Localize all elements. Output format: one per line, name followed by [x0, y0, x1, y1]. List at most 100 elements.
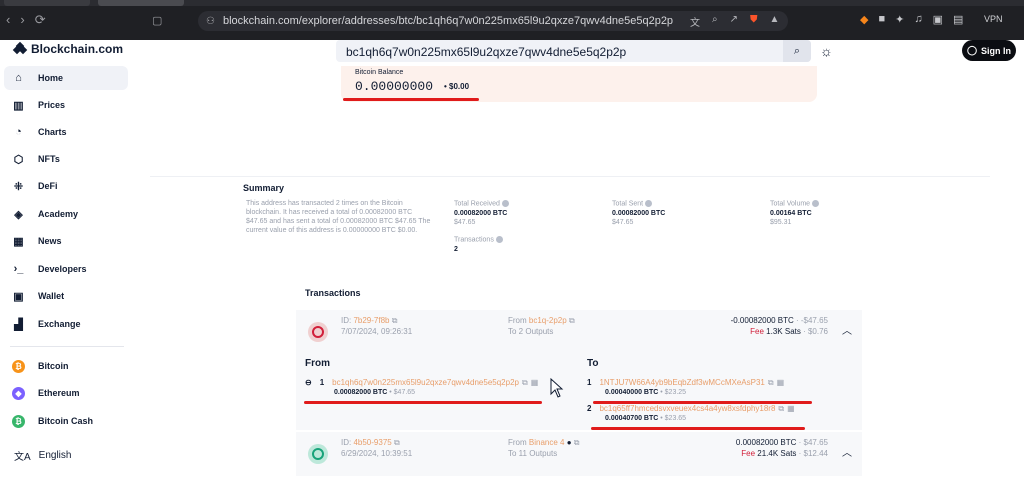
- transactions-title: Transactions: [305, 288, 361, 298]
- balance-card: Bitcoin Balance 0.00000000 • $0.00: [341, 66, 817, 102]
- extension-icon[interactable]: ■: [878, 13, 885, 26]
- zoom-icon[interactable]: ⌕: [712, 14, 718, 29]
- to-amount-2: 0.00040700 BTC • $23.65: [605, 415, 686, 422]
- transaction-row[interactable]: ID: 4b50-9375 ⧉ 6/29/2024, 10:39:51 From…: [296, 432, 862, 476]
- info-icon[interactable]: [645, 200, 653, 207]
- sidebar-item-nfts[interactable]: ⬡ NFTs: [4, 147, 128, 171]
- prices-icon: ▥: [13, 99, 24, 112]
- share-icon[interactable]: ↗: [730, 14, 738, 29]
- to-outputs: 11 Outputs: [518, 449, 558, 458]
- puzzle-icon[interactable]: ✦: [895, 13, 904, 26]
- stat-label: Total Sent: [612, 200, 644, 208]
- to-address-link[interactable]: bc1q65ff7hmcedsvxveuex4cs4a4yw8xsfdphy18…: [599, 404, 775, 413]
- tx-id-link[interactable]: 4b50-9375: [353, 438, 391, 447]
- ethereum-icon: ◆: [12, 386, 25, 400]
- wallet-icon[interactable]: ▤: [953, 13, 963, 26]
- stat-value: 0.00082000 BTC: [612, 210, 666, 218]
- sidebar-item-prices[interactable]: ▥ Prices: [4, 93, 128, 117]
- sidebar-item-defi[interactable]: ⁜ DeFi: [4, 174, 128, 198]
- charts-icon: ◔: [15, 126, 22, 138]
- from-address-link[interactable]: bc1qh6q7w0n225mx65l9u2qxze7qwv4dne5e5q2p…: [332, 378, 519, 387]
- from-address-link[interactable]: bc1q-2p2p: [529, 316, 567, 325]
- exchange-icon: ▟: [14, 318, 23, 331]
- copy-icon[interactable]: ⧉: [569, 316, 575, 325]
- tx-id-link[interactable]: 7b29-7f8b: [353, 316, 389, 325]
- qr-icon[interactable]: ▦: [531, 378, 539, 387]
- sidebar-item-ethereum[interactable]: ◆ Ethereum: [4, 381, 128, 405]
- back-icon[interactable]: ‹: [6, 12, 10, 28]
- tx-id: ID: 7b29-7f8b ⧉: [341, 316, 397, 326]
- to-address-link[interactable]: 1NTJU7W66A4yb9bEqbZdf3wMCcMXeAsP31: [599, 378, 764, 387]
- sidebar-item-label: Exchange: [38, 319, 81, 329]
- stat-transactions: Transactions 2: [454, 236, 503, 253]
- from-amount-usd: • $47.65: [387, 389, 416, 396]
- sidebar-item-bitcoin[interactable]: ₿ Bitcoin: [4, 354, 128, 378]
- language-selector[interactable]: 文A English: [14, 448, 71, 463]
- site-info-icon[interactable]: ⚇: [206, 16, 215, 27]
- rewards-icon[interactable]: ▲: [770, 14, 780, 29]
- copy-icon[interactable]: ⧉: [768, 378, 774, 387]
- metamask-icon[interactable]: ◆: [860, 13, 868, 26]
- from-address-link[interactable]: Binance 4: [529, 438, 565, 447]
- sign-in-button[interactable]: ◯ Sign In: [962, 40, 1016, 61]
- annotation-underline: [304, 401, 542, 404]
- sidebar-item-home[interactable]: ⌂ Home: [4, 66, 128, 90]
- sidebar-item-label: Bitcoin Cash: [38, 416, 94, 426]
- copy-icon[interactable]: ⧉: [574, 438, 580, 447]
- sidebar-item-news[interactable]: ▦ News: [4, 229, 128, 253]
- info-icon[interactable]: [812, 200, 820, 207]
- to-output-line-1: 1 1NTJU7W66A4yb9bEqbZdf3wMCcMXeAsP31 ⧉ ▦: [587, 378, 784, 388]
- nft-icon: ⬡: [13, 153, 24, 166]
- transaction-row[interactable]: ID: 7b29-7f8b ⧉ 7/07/2024, 09:26:31 From…: [296, 310, 862, 354]
- theme-toggle-icon[interactable]: ☼: [820, 43, 833, 59]
- sidebar-item-charts[interactable]: ◔ Charts: [4, 120, 128, 144]
- to-label: To: [508, 327, 519, 336]
- reload-icon[interactable]: ⟳: [35, 12, 46, 28]
- sidebar-item-bitcoin-cash[interactable]: ₿ Bitcoin Cash: [4, 409, 128, 433]
- sidebar-item-label: Academy: [38, 209, 79, 219]
- tx-amount-usd: · -$47.65: [793, 316, 828, 325]
- blockchain-logo[interactable]: Blockchain.com: [12, 41, 123, 56]
- tx-from: From bc1q-2p2p ⧉: [508, 316, 575, 326]
- search-input[interactable]: bc1qh6q7w0n225mx65l9u2qxze7qwv4dne5e5q2p…: [336, 40, 811, 62]
- fee-label: Fee: [750, 327, 767, 336]
- summary-section: Summary This address has transacted 2 ti…: [150, 176, 990, 276]
- balance-value: 0.00000000: [355, 79, 434, 94]
- info-icon[interactable]: [501, 200, 509, 207]
- copy-icon[interactable]: ⧉: [394, 438, 400, 447]
- output-index: 1: [587, 378, 592, 387]
- academy-icon: ◈: [14, 208, 23, 221]
- info-icon[interactable]: [495, 236, 503, 243]
- sidebar-item-wallet[interactable]: ▣ Wallet: [4, 284, 128, 308]
- copy-icon[interactable]: ⧉: [522, 378, 528, 387]
- brave-shield-icon[interactable]: ⛊: [750, 14, 758, 29]
- stat-value: 0.00082000 BTC: [454, 210, 508, 218]
- balance-usd: • $0.00: [444, 82, 470, 91]
- chevron-up-icon[interactable]: ︿: [842, 322, 852, 337]
- qr-icon[interactable]: ▦: [777, 378, 785, 387]
- sidebar-icon[interactable]: ▣: [933, 13, 943, 26]
- translate-icon[interactable]: 文: [690, 14, 700, 29]
- sidebar-item-label: Charts: [38, 127, 67, 137]
- browser-tab[interactable]: [4, 0, 90, 6]
- search-value[interactable]: bc1qh6q7w0n225mx65l9u2qxze7qwv4dne5e5q2p…: [346, 45, 626, 59]
- vpn-button[interactable]: VPN: [984, 14, 1003, 24]
- home-icon: ⌂: [15, 72, 22, 84]
- sidebar-item-exchange[interactable]: ▟ Exchange: [4, 312, 128, 336]
- annotation-underline: [591, 427, 805, 430]
- qr-icon[interactable]: ▦: [787, 404, 795, 413]
- tx-id: ID: 4b50-9375 ⧉: [341, 438, 400, 448]
- search-icon[interactable]: ⌕: [783, 40, 811, 62]
- sidebar-item-academy[interactable]: ◈ Academy: [4, 202, 128, 226]
- bookmark-icon[interactable]: ▢: [152, 14, 162, 27]
- copy-icon[interactable]: ⧉: [392, 316, 398, 325]
- sidebar-item-developers[interactable]: ›_ Developers: [4, 257, 128, 281]
- nav-buttons: ‹ › ⟳: [6, 12, 46, 28]
- chevron-up-icon[interactable]: ︿: [842, 444, 852, 459]
- annotation-underline: [593, 401, 812, 404]
- stat-usd: $47.65: [612, 219, 634, 227]
- forward-icon[interactable]: ›: [20, 12, 24, 28]
- copy-icon[interactable]: ⧉: [778, 404, 784, 413]
- music-icon[interactable]: ♫: [914, 13, 922, 26]
- browser-tab-active[interactable]: [98, 0, 184, 6]
